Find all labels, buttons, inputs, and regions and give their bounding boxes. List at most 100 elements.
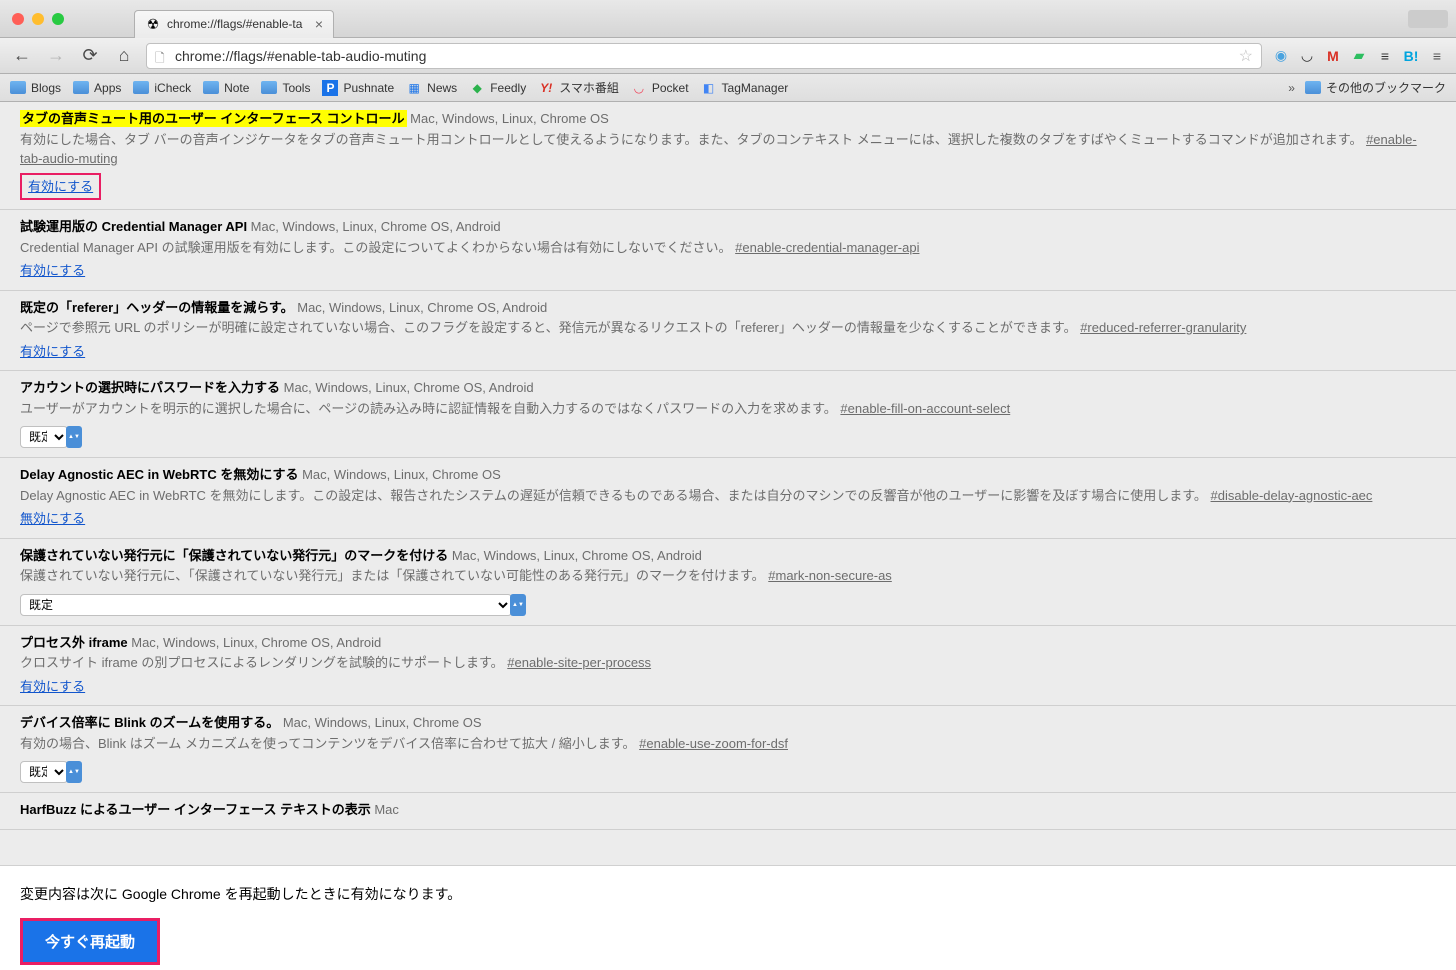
flag-platforms: Mac, Windows, Linux, Chrome OS, Android xyxy=(448,548,702,563)
folder-icon xyxy=(261,81,277,94)
flag-hash-link[interactable]: #enable-use-zoom-for-dsf xyxy=(639,736,788,751)
site-icon: ▦ xyxy=(406,80,422,96)
bookmark-smartphone[interactable]: Y!スマホ番組 xyxy=(538,79,619,96)
flag-select[interactable]: 既定 xyxy=(20,594,512,616)
bookmark-pushnate[interactable]: PPushnate xyxy=(322,80,394,96)
page-icon: 🗋 xyxy=(155,49,169,63)
buffer-extension-icon[interactable]: ≡ xyxy=(1376,47,1394,65)
profile-avatar[interactable] xyxy=(1408,10,1448,28)
flag-title: Delay Agnostic AEC in WebRTC を無効にする xyxy=(20,467,298,482)
bookmark-label: News xyxy=(427,81,457,95)
flag-description: 保護されていない発行元に、「保護されていない発行元」または「保護されていない可能… xyxy=(20,566,1436,586)
flag-item: デバイス倍率に Blink のズームを使用する。 Mac, Windows, L… xyxy=(0,706,1456,793)
flag-description: Credential Manager API の試験運用版を有効にします。この設… xyxy=(20,238,1436,258)
flag-platforms: Mac xyxy=(371,802,399,817)
restart-now-button[interactable]: 今すぐ再起動 xyxy=(20,918,160,965)
flag-title: アカウントの選択時にパスワードを入力する xyxy=(20,380,280,395)
bookmark-label: Pocket xyxy=(652,81,689,95)
flag-platforms: Mac, Windows, Linux, Chrome OS, Android xyxy=(294,300,548,315)
flag-description: Delay Agnostic AEC in WebRTC を無効にします。この設… xyxy=(20,486,1436,506)
flag-platforms: Mac, Windows, Linux, Chrome OS xyxy=(407,111,609,126)
bookmark-folder-tools[interactable]: Tools xyxy=(261,81,310,95)
flag-hash-link[interactable]: #reduced-referrer-granularity xyxy=(1080,320,1246,335)
folder-icon xyxy=(133,81,149,94)
flag-item: アカウントの選択時にパスワードを入力する Mac, Windows, Linux… xyxy=(0,371,1456,458)
folder-icon xyxy=(73,81,89,94)
extension-icon[interactable]: ◉ xyxy=(1272,47,1290,65)
folder-icon xyxy=(10,81,26,94)
forward-button[interactable]: → xyxy=(44,44,68,68)
site-icon: ◧ xyxy=(701,80,717,96)
tab-title: chrome://flags/#enable-ta xyxy=(167,17,309,31)
flag-platforms: Mac, Windows, Linux, Chrome OS xyxy=(298,467,500,482)
flag-hash-link[interactable]: #mark-non-secure-as xyxy=(768,568,892,583)
flag-title: 試験運用版の Credential Manager API xyxy=(20,219,247,234)
bookmark-pocket[interactable]: ◡Pocket xyxy=(631,80,689,96)
flag-title: プロセス外 iframe xyxy=(20,635,128,650)
bookmark-folder-note[interactable]: Note xyxy=(203,81,249,95)
flag-platforms: Mac, Windows, Linux, Chrome OS xyxy=(279,715,481,730)
restart-message: 変更内容は次に Google Chrome を再起動したときに有効になります。 xyxy=(20,884,1436,904)
flag-item: HarfBuzz によるユーザー インターフェース テキストの表示 Mac xyxy=(0,793,1456,830)
reload-button[interactable]: ⟳ xyxy=(78,44,102,68)
flag-description: ユーザーがアカウントを明示的に選択した場合に、ページの読み込み時に認証情報を自動… xyxy=(20,399,1436,419)
gmail-extension-icon[interactable]: M xyxy=(1324,47,1342,65)
close-window-button[interactable] xyxy=(12,13,24,25)
evernote-extension-icon[interactable]: ▰ xyxy=(1350,47,1368,65)
bookmark-tagmanager[interactable]: ◧ TagManager xyxy=(701,80,789,96)
flag-enable-link[interactable]: 有効にする xyxy=(20,173,101,201)
flag-hash-link[interactable]: #enable-site-per-process xyxy=(507,655,651,670)
flag-enable-link[interactable]: 無効にする xyxy=(20,511,85,526)
flag-enable-link[interactable]: 有効にする xyxy=(20,344,85,359)
flag-title: デバイス倍率に Blink のズームを使用する。 xyxy=(20,715,279,730)
flag-select[interactable]: 既定 xyxy=(20,426,68,448)
flag-title: 既定の「referer」ヘッダーの情報量を減らす。 xyxy=(20,300,294,315)
toolbar-extensions: ◉ ◡ M ▰ ≡ B! ≡ xyxy=(1272,47,1446,65)
flag-item: Delay Agnostic AEC in WebRTC を無効にする Mac,… xyxy=(0,458,1456,539)
menu-button[interactable]: ≡ xyxy=(1428,47,1446,65)
bookmark-label: TagManager xyxy=(722,81,789,95)
flag-item: 試験運用版の Credential Manager API Mac, Windo… xyxy=(0,210,1456,291)
back-button[interactable]: ← xyxy=(10,44,34,68)
flag-hash-link[interactable]: #enable-fill-on-account-select xyxy=(840,401,1010,416)
bookmark-label: Tools xyxy=(282,81,310,95)
flag-title: HarfBuzz によるユーザー インターフェース テキストの表示 xyxy=(20,802,371,817)
home-button[interactable]: ⌂ xyxy=(112,44,136,68)
select-arrow-icon: ▲▼ xyxy=(66,761,82,783)
pocket-extension-icon[interactable]: ◡ xyxy=(1298,47,1316,65)
flag-select[interactable]: 既定 xyxy=(20,761,68,783)
tab-close-button[interactable]: × xyxy=(315,16,323,32)
bookmark-label: Blogs xyxy=(31,81,61,95)
minimize-window-button[interactable] xyxy=(32,13,44,25)
bookmarks-overflow-button[interactable]: » xyxy=(1288,81,1295,95)
flag-hash-link[interactable]: #disable-delay-agnostic-aec xyxy=(1211,488,1373,503)
flag-enable-link[interactable]: 有効にする xyxy=(20,679,85,694)
flag-enable-link[interactable]: 有効にする xyxy=(20,263,85,278)
flag-description: クロスサイト iframe の別プロセスによるレンダリングを試験的にサポートしま… xyxy=(20,653,1436,673)
omnibox[interactable]: 🗋 chrome://flags/#enable-tab-audio-mutin… xyxy=(146,43,1262,69)
flag-platforms: Mac, Windows, Linux, Chrome OS, Android xyxy=(280,380,534,395)
bookmark-news[interactable]: ▦ News xyxy=(406,80,457,96)
flag-hash-link[interactable]: #enable-credential-manager-api xyxy=(735,240,919,255)
browser-tab[interactable]: ☢ chrome://flags/#enable-ta × xyxy=(134,10,334,38)
maximize-window-button[interactable] xyxy=(52,13,64,25)
flag-item: 既定の「referer」ヘッダーの情報量を減らす。 Mac, Windows, … xyxy=(0,291,1456,372)
bookmark-label: Note xyxy=(224,81,249,95)
site-icon: ◆ xyxy=(469,80,485,96)
site-icon: P xyxy=(322,80,338,96)
bookmark-label: Apps xyxy=(94,81,121,95)
folder-icon xyxy=(203,81,219,94)
browser-toolbar: ← → ⟳ ⌂ 🗋 chrome://flags/#enable-tab-aud… xyxy=(0,38,1456,74)
flag-item: 保護されていない発行元に「保護されていない発行元」のマークを付ける Mac, W… xyxy=(0,539,1456,626)
omnibox-text: chrome://flags/#enable-tab-audio-muting xyxy=(175,48,1233,64)
other-bookmarks-folder[interactable]: その他のブックマーク xyxy=(1305,79,1446,96)
bookmark-label: Feedly xyxy=(490,81,526,95)
bookmark-feedly[interactable]: ◆ Feedly xyxy=(469,80,526,96)
hatena-extension-icon[interactable]: B! xyxy=(1402,47,1420,65)
folder-icon xyxy=(1305,81,1321,94)
bookmark-star-icon[interactable]: ☆ xyxy=(1239,46,1253,66)
bookmark-folder-icheck[interactable]: iCheck xyxy=(133,81,191,95)
bookmark-folder-apps[interactable]: Apps xyxy=(73,81,121,95)
bookmark-folder-blogs[interactable]: Blogs xyxy=(10,81,61,95)
restart-footer: 変更内容は次に Google Chrome を再起動したときに有効になります。 … xyxy=(0,865,1456,970)
